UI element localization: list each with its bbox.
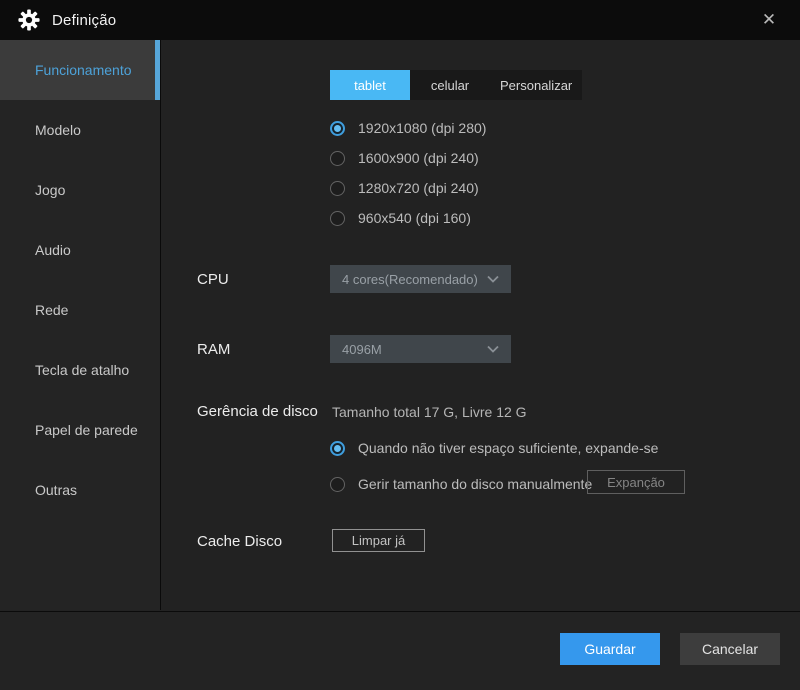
tab-tablet[interactable]: tablet [330,70,410,100]
radio-icon [330,211,345,226]
resolution-label: 1920x1080 (dpi 280) [358,120,486,136]
cache-label: Cache Disco [197,533,282,550]
tab-personalizar[interactable]: Personalizar [490,70,582,100]
disk-option-label: Quando não tiver espaço suficiente, expa… [358,440,658,456]
sidebar-item-tecla-de-atalho[interactable]: Tecla de atalho [0,340,160,400]
resolution-option-960x540[interactable]: 960x540 (dpi 160) [330,203,486,233]
sidebar-item-label: Rede [35,302,68,318]
sidebar-item-label: Modelo [35,122,81,138]
disk-option-label: Gerir tamanho do disco manualmente [358,476,592,492]
sidebar-item-label: Tecla de atalho [35,362,129,378]
page-title: Definição [52,12,116,29]
resolution-option-1600x900[interactable]: 1600x900 (dpi 240) [330,143,486,173]
sidebar-item-rede[interactable]: Rede [0,280,160,340]
resolution-option-1920x1080[interactable]: 1920x1080 (dpi 280) [330,113,486,143]
settings-panel: tablet celular Personalizar 1920x1080 (d… [161,40,800,610]
resolution-label: 960x540 (dpi 160) [358,210,471,226]
expand-disk-button[interactable]: Expanção [587,470,685,494]
disk-summary: Tamanho total 17 G, Livre 12 G [332,404,527,420]
clear-cache-button[interactable]: Limpar já [332,529,425,552]
radio-selected-icon [330,121,345,136]
sidebar-item-label: Outras [35,482,77,498]
sidebar-item-label: Papel de parede [35,422,138,438]
sidebar-item-audio[interactable]: Audio [0,220,160,280]
resolution-option-1280x720[interactable]: 1280x720 (dpi 240) [330,173,486,203]
sidebar-item-papel-de-parede[interactable]: Papel de parede [0,400,160,460]
cancel-button[interactable]: Cancelar [680,633,780,665]
sidebar-item-label: Audio [35,242,71,258]
settings-dialog: Definição ✕ Funcionamento Modelo Jogo Au… [0,0,800,690]
sidebar-item-modelo[interactable]: Modelo [0,100,160,160]
cpu-label: CPU [197,271,229,288]
device-type-tabs: tablet celular Personalizar [330,70,582,100]
active-indicator [155,40,160,100]
disk-option-auto-expand[interactable]: Quando não tiver espaço suficiente, expa… [330,433,658,463]
titlebar: Definição ✕ [0,0,800,40]
cpu-dropdown[interactable]: 4 cores(Recomendado) [330,265,511,293]
radio-selected-icon [330,441,345,456]
resolution-list: 1920x1080 (dpi 280) 1600x900 (dpi 240) 1… [330,113,486,233]
sidebar-item-label: Jogo [35,182,65,198]
radio-icon [330,151,345,166]
tab-celular[interactable]: celular [410,70,490,100]
resolution-label: 1280x720 (dpi 240) [358,180,479,196]
sidebar-item-jogo[interactable]: Jogo [0,160,160,220]
chevron-down-icon [487,345,499,353]
gear-icon [18,9,40,31]
sidebar-item-outras[interactable]: Outras [0,460,160,520]
resolution-label: 1600x900 (dpi 240) [358,150,479,166]
close-icon[interactable]: ✕ [756,7,782,33]
radio-icon [330,181,345,196]
ram-value: 4096M [342,342,487,357]
ram-dropdown[interactable]: 4096M [330,335,511,363]
sidebar-item-label: Funcionamento [35,62,132,78]
ram-label: RAM [197,341,230,358]
sidebar: Funcionamento Modelo Jogo Audio Rede Tec… [0,40,161,610]
disk-label: Gerência de disco [197,403,318,420]
disk-option-manual[interactable]: Gerir tamanho do disco manualmente [330,469,592,499]
chevron-down-icon [487,275,499,283]
save-button[interactable]: Guardar [560,633,660,665]
footer: Guardar Cancelar [0,611,800,690]
radio-icon [330,477,345,492]
cpu-value: 4 cores(Recomendado) [342,272,487,287]
sidebar-item-funcionamento[interactable]: Funcionamento [0,40,160,100]
